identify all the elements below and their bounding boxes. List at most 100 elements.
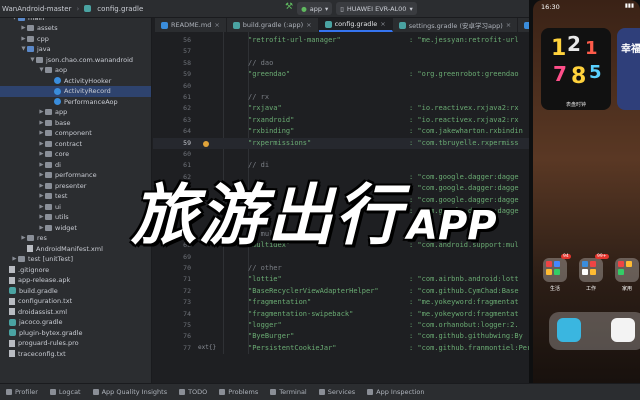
module-selector[interactable]: ● app ▾ (297, 2, 333, 15)
tree-item[interactable]: ActivityHooker (0, 76, 151, 87)
tree-item-label: build.gradle (19, 286, 58, 295)
line-number: 60 (183, 81, 191, 90)
phone-app-icon[interactable] (557, 318, 581, 342)
tree-item[interactable]: configuration.txt (0, 296, 151, 307)
tool-window-icon (318, 389, 325, 395)
promo-widget[interactable]: 幸福 (617, 28, 640, 110)
editor-tab[interactable]: config.gradle × (318, 18, 393, 32)
tree-item[interactable]: PerformanceAop (0, 97, 151, 108)
code-value: : "me.yokeyword:fragmentat (409, 298, 519, 307)
tree-item[interactable]: ▶ base (0, 118, 151, 129)
tool-window-button[interactable]: Logcat (44, 388, 87, 396)
chevron-right-icon[interactable]: ▶ (38, 214, 45, 220)
tree-item[interactable]: .gitignore (0, 265, 151, 276)
phone-screen[interactable]: 16:30 ▮▮▮ 1 2 1 7 8 5 表盘时钟 幸福 94 生活 99+ … (533, 0, 640, 398)
tree-item[interactable]: ▶ widget (0, 223, 151, 234)
tool-window-button[interactable]: App Inspection (361, 388, 430, 396)
chevron-right-icon[interactable]: ▶ (38, 193, 45, 199)
code-key: "retrofit-url-manager" (248, 36, 341, 44)
tree-item[interactable]: ▼ aop (0, 65, 151, 76)
file-icon (9, 276, 15, 284)
tree-item[interactable]: jacoco.gradle (0, 317, 151, 328)
tree-item[interactable]: ▶ test (0, 191, 151, 202)
notification-badge: 94 (561, 254, 571, 259)
chevron-right-icon[interactable]: ▶ (38, 109, 45, 115)
tool-window-button[interactable]: Terminal (264, 388, 312, 396)
chevron-right-icon[interactable]: ▶ (38, 130, 45, 136)
tree-item[interactable]: traceconfig.txt (0, 349, 151, 360)
tree-item[interactable]: AndroidManifest.xml (0, 244, 151, 255)
chevron-right-icon[interactable]: ▶ (38, 162, 45, 168)
chevron-right-icon[interactable]: ▶ (38, 225, 45, 231)
tool-window-button[interactable]: Services (313, 388, 361, 396)
editor-tab[interactable]: README.md × (155, 18, 227, 32)
tool-window-button[interactable]: TODO (173, 388, 213, 396)
device-selector[interactable]: ▯ HUAWEI EVR-AL00 ▾ (336, 2, 417, 15)
chevron-down-icon[interactable]: ▼ (38, 67, 45, 73)
tree-item[interactable]: ▶ assets (0, 23, 151, 34)
tree-item[interactable]: ▼ json.chao.com.wanandroid (0, 55, 151, 66)
tree-item[interactable]: proguard-rules.pro (0, 338, 151, 349)
chevron-right-icon[interactable]: ▶ (38, 120, 45, 126)
chevron-right-icon[interactable]: ▶ (20, 36, 27, 42)
tool-window-button[interactable]: Profiler (0, 388, 44, 396)
project-name[interactable]: WanAndroid-master (2, 5, 71, 13)
tree-item[interactable]: ▶ cpp (0, 34, 151, 45)
tool-window-label: App Inspection (376, 388, 425, 396)
file-type-icon (161, 21, 168, 29)
notification-badge: 99+ (595, 254, 609, 259)
chevron-right-icon[interactable]: ▶ (20, 25, 27, 31)
tree-item-label: component (55, 129, 92, 138)
folder-icon (45, 140, 52, 147)
chevron-right-icon[interactable]: ▶ (38, 204, 45, 210)
tree-item[interactable]: ▶ res (0, 233, 151, 244)
chevron-right-icon[interactable]: ▶ (38, 183, 45, 189)
chevron-right-icon[interactable]: ▶ (11, 256, 18, 262)
tree-item-label: widget (55, 223, 77, 232)
close-icon[interactable]: × (306, 21, 311, 29)
tree-item[interactable]: ▼ java (0, 44, 151, 55)
tree-item[interactable]: build.gradle (0, 286, 151, 297)
lightbulb-icon[interactable] (203, 140, 209, 147)
close-icon[interactable]: × (214, 21, 219, 29)
voice-app-icon[interactable] (611, 318, 635, 342)
tab-label: build.gradle (:app) (242, 21, 304, 29)
tree-item[interactable]: ▶ component (0, 128, 151, 139)
app-folder-home[interactable] (615, 258, 639, 282)
close-icon[interactable]: × (506, 21, 511, 29)
folder-icon (45, 203, 52, 210)
chevron-down-icon[interactable]: ▼ (20, 46, 27, 52)
code-breadcrumb[interactable]: ext{} (153, 344, 555, 354)
chevron-right-icon[interactable]: ▶ (38, 172, 45, 178)
tree-item[interactable]: plugin-bytex.gradle (0, 328, 151, 339)
tree-item[interactable]: ▶ presenter (0, 181, 151, 192)
tree-item[interactable]: ▶ app (0, 107, 151, 118)
tree-item[interactable]: ▶ ui (0, 202, 151, 213)
clock-widget[interactable]: 1 2 1 7 8 5 表盘时钟 (541, 28, 611, 110)
overlay-title-cn: 旅游出行 (131, 177, 403, 254)
tree-item[interactable]: droidassist.xml (0, 307, 151, 318)
tree-item[interactable]: ▶ contract (0, 139, 151, 150)
chevron-right-icon[interactable]: ▶ (20, 235, 27, 241)
tool-window-button[interactable]: Problems (213, 388, 264, 396)
clock-digit: 2 (567, 32, 581, 56)
tree-item[interactable]: ▶ di (0, 160, 151, 171)
code-key: "ByeBurger" (248, 332, 295, 341)
chevron-right-icon[interactable]: ▶ (38, 151, 45, 157)
tree-item[interactable]: ▶ utils (0, 212, 151, 223)
hammer-icon[interactable]: ⚒ (285, 2, 293, 15)
tree-item[interactable]: ▶ performance (0, 170, 151, 181)
editor-tab[interactable]: settings.gradle (安卓学习app) × (393, 18, 519, 32)
tree-item[interactable]: app-release.apk (0, 275, 151, 286)
editor-tab[interactable]: build.gradle (:app) × (227, 18, 319, 32)
chevron-right-icon[interactable]: ▶ (38, 141, 45, 147)
tree-item[interactable]: ActivityRecord (0, 86, 151, 97)
tree-item[interactable]: ▶ core (0, 149, 151, 160)
current-file-name[interactable]: config.gradle (97, 5, 143, 13)
tree-item[interactable]: ▶ test [unitTest] (0, 254, 151, 265)
app-folder-work[interactable] (579, 258, 603, 282)
tool-window-button[interactable]: App Quality Insights (87, 388, 173, 396)
chevron-down-icon[interactable]: ▼ (29, 57, 36, 63)
app-folder-life[interactable] (543, 258, 567, 282)
close-icon[interactable]: × (380, 20, 385, 28)
